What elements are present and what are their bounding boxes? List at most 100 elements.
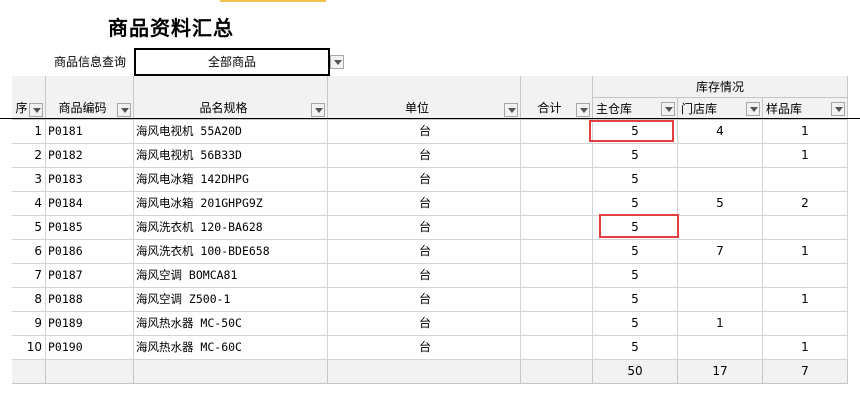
cell-store[interactable]: 5 — [678, 192, 763, 216]
cell-main[interactable]: 5 — [593, 336, 678, 360]
cell-store[interactable]: 7 — [678, 240, 763, 264]
filter-main-icon[interactable] — [661, 102, 675, 116]
cell-total[interactable] — [521, 336, 593, 360]
total-sample[interactable]: 7 — [763, 360, 848, 384]
cell-main[interactable]: 5 — [593, 240, 678, 264]
cell-sample[interactable]: 1 — [763, 144, 848, 168]
filter-name-icon[interactable] — [311, 103, 325, 117]
cell-total[interactable] — [521, 216, 593, 240]
cell-name[interactable]: 海风电冰箱 142DHPG — [134, 168, 328, 192]
cell-main[interactable]: 5 — [593, 264, 678, 288]
cell-sample[interactable]: 1 — [763, 120, 848, 144]
cell-total[interactable] — [521, 288, 593, 312]
cell-unit[interactable]: 台 — [328, 264, 521, 288]
cell-store[interactable] — [678, 216, 763, 240]
total-store[interactable]: 17 — [678, 360, 763, 384]
cell-unit[interactable]: 台 — [328, 240, 521, 264]
cell-main[interactable]: 5 — [593, 312, 678, 336]
cell-sample[interactable] — [763, 216, 848, 240]
filter-code-icon[interactable] — [117, 103, 131, 117]
cell-unit[interactable]: 台 — [328, 168, 521, 192]
cell-code[interactable]: P0181 — [46, 120, 134, 144]
cell-total[interactable] — [521, 192, 593, 216]
cell-code[interactable]: P0189 — [46, 312, 134, 336]
highlight-box-row5 — [599, 214, 679, 238]
cell-code[interactable]: P0187 — [46, 264, 134, 288]
cell-main[interactable]: 5 — [593, 144, 678, 168]
cell-code[interactable]: P0184 — [46, 192, 134, 216]
cell-seq[interactable]: 1 — [12, 120, 46, 144]
cell-code[interactable]: P0186 — [46, 240, 134, 264]
cell-sample[interactable]: 1 — [763, 336, 848, 360]
cell-name[interactable]: 海风热水器 MC-60C — [134, 336, 328, 360]
cell-main[interactable]: 5 — [593, 168, 678, 192]
cell-main[interactable]: 5 — [593, 288, 678, 312]
total-empty[interactable] — [46, 360, 134, 384]
cell-code[interactable]: P0185 — [46, 216, 134, 240]
total-main[interactable]: 50 — [593, 360, 678, 384]
cell-sample[interactable]: 1 — [763, 288, 848, 312]
query-dropdown-icon[interactable] — [330, 55, 344, 69]
total-empty[interactable] — [134, 360, 328, 384]
filter-sample-icon[interactable] — [831, 102, 845, 116]
filter-unit-icon[interactable] — [504, 103, 518, 117]
cell-name[interactable]: 海风电冰箱 201GHPG9Z — [134, 192, 328, 216]
cell-total[interactable] — [521, 240, 593, 264]
cell-total[interactable] — [521, 168, 593, 192]
cell-unit[interactable]: 台 — [328, 312, 521, 336]
cell-code[interactable]: P0183 — [46, 168, 134, 192]
cell-name[interactable]: 海风空调 Z500-1 — [134, 288, 328, 312]
cell-unit[interactable]: 台 — [328, 288, 521, 312]
cell-name[interactable]: 海风热水器 MC-50C — [134, 312, 328, 336]
cell-store[interactable] — [678, 336, 763, 360]
cell-store[interactable] — [678, 264, 763, 288]
cell-sample[interactable]: 2 — [763, 192, 848, 216]
cell-seq[interactable]: 5 — [12, 216, 46, 240]
cell-main[interactable]: 5 — [593, 192, 678, 216]
cell-unit[interactable]: 台 — [328, 336, 521, 360]
cell-total[interactable] — [521, 264, 593, 288]
cell-name[interactable]: 海风洗衣机 100-BDE658 — [134, 240, 328, 264]
cell-name[interactable]: 海风空调 BOMCA81 — [134, 264, 328, 288]
query-select[interactable]: 全部商品 — [134, 48, 330, 76]
cell-sample[interactable] — [763, 312, 848, 336]
cell-seq[interactable]: 4 — [12, 192, 46, 216]
total-empty[interactable] — [328, 360, 521, 384]
cell-seq[interactable]: 8 — [12, 288, 46, 312]
cell-total[interactable] — [521, 144, 593, 168]
cell-seq[interactable]: 7 — [12, 264, 46, 288]
header-name[interactable]: 品名规格 — [134, 76, 328, 120]
cell-code[interactable]: P0182 — [46, 144, 134, 168]
cell-sample[interactable] — [763, 264, 848, 288]
cell-total[interactable] — [521, 312, 593, 336]
header-unit[interactable]: 单位 — [328, 76, 521, 120]
cell-store[interactable]: 1 — [678, 312, 763, 336]
filter-total-icon[interactable] — [576, 103, 590, 117]
cell-unit[interactable]: 台 — [328, 120, 521, 144]
cell-unit[interactable]: 台 — [328, 216, 521, 240]
cell-seq[interactable]: 3 — [12, 168, 46, 192]
filter-store-icon[interactable] — [746, 102, 760, 116]
cell-unit[interactable]: 台 — [328, 144, 521, 168]
cell-name[interactable]: 海风电视机 56B33D — [134, 144, 328, 168]
cell-seq[interactable]: 10 — [12, 336, 46, 360]
cell-seq[interactable]: 2 — [12, 144, 46, 168]
sheet-title: 商品资料汇总 — [108, 16, 234, 40]
cell-store[interactable] — [678, 288, 763, 312]
total-empty[interactable] — [12, 360, 46, 384]
cell-name[interactable]: 海风洗衣机 120-BA628 — [134, 216, 328, 240]
cell-store[interactable] — [678, 144, 763, 168]
cell-store[interactable]: 4 — [678, 120, 763, 144]
cell-name[interactable]: 海风电视机 55A20D — [134, 120, 328, 144]
cell-total[interactable] — [521, 120, 593, 144]
cell-unit[interactable]: 台 — [328, 192, 521, 216]
filter-seq-icon[interactable] — [29, 103, 43, 117]
cell-store[interactable] — [678, 168, 763, 192]
cell-sample[interactable]: 1 — [763, 240, 848, 264]
cell-seq[interactable]: 9 — [12, 312, 46, 336]
total-empty[interactable] — [521, 360, 593, 384]
cell-code[interactable]: P0188 — [46, 288, 134, 312]
cell-sample[interactable] — [763, 168, 848, 192]
cell-code[interactable]: P0190 — [46, 336, 134, 360]
cell-seq[interactable]: 6 — [12, 240, 46, 264]
